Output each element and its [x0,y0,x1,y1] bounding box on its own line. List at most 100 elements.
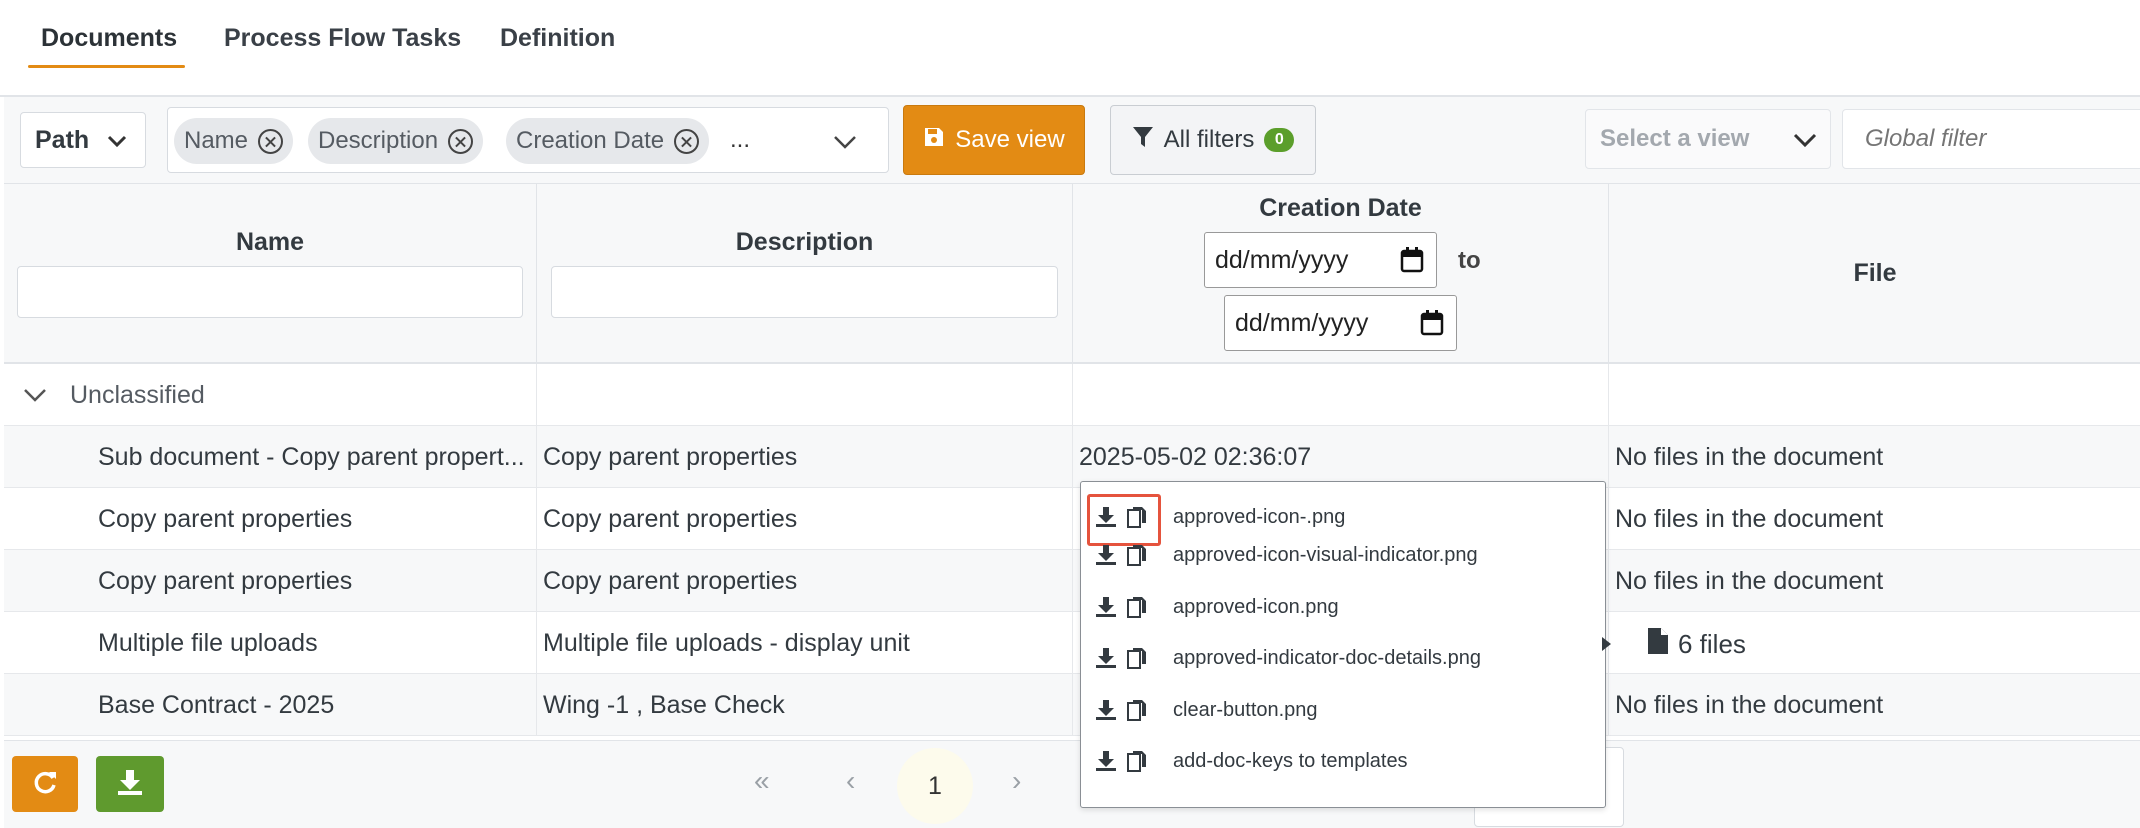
date-from-input[interactable]: dd/mm/yyyy [1204,232,1437,288]
chip-creation-date: Creation Date [506,118,710,164]
cell-file: No files in the document [1615,442,1884,471]
calendar-icon[interactable] [1400,247,1424,280]
active-tab-indicator [28,65,185,68]
column-title: Name [235,228,305,256]
column-chips-select[interactable]: Name Description Creation Date ... [167,107,889,173]
date-range-separator: to [1458,247,1481,274]
column-title: File [1853,259,1897,287]
date-placeholder: dd/mm/yyyy [1215,245,1349,274]
group-cell: Unclassified [4,364,537,426]
download-icon[interactable] [1095,544,1117,571]
table-row[interactable]: Copy parent properties Copy parent prope… [4,550,2140,612]
column-title: Description [735,228,874,256]
caret-right-icon [1602,629,1612,660]
cell-file: No files in the document [1615,690,1884,719]
chips-overflow-indicator: ... [730,126,751,153]
refresh-button[interactable] [12,756,78,812]
file-list-item: approved-indicator-doc-details.png [1081,635,1607,685]
file-name[interactable]: approved-indicator-doc-details.png [1173,647,1481,670]
path-select-label: Path [35,125,90,154]
page-1-button[interactable]: 1 [897,748,973,824]
file-list-popup: approved-icon-.png approved-icon-visual-… [1080,481,1606,808]
file-list-item: approved-icon-visual-indicator.png [1081,532,1607,582]
chip-description: Description [308,118,484,164]
copy-icon[interactable] [1127,699,1147,726]
filters-count-badge: 0 [1264,128,1295,152]
chevron-down-icon [105,129,129,160]
group-cell-empty [1073,364,1609,426]
global-filter-input[interactable] [1842,109,2140,169]
download-icon[interactable] [1095,506,1117,533]
download-icon[interactable] [1095,699,1117,726]
group-row-unclassified[interactable]: Unclassified [4,364,2140,426]
column-header-file: File [1609,184,2140,364]
select-view-dropdown[interactable]: Select a view [1585,109,1831,169]
copy-icon[interactable] [1127,750,1147,777]
prev-page-button[interactable]: ‹ [846,765,855,797]
cell-description: Copy parent properties [537,426,1073,488]
files-toggle[interactable]: 6 files [1602,628,1746,661]
group-cell-empty [1609,364,2140,426]
cell-file: No files in the document [1615,504,1884,533]
first-page-button[interactable]: « [754,765,770,797]
copy-icon[interactable] [1127,506,1147,533]
copy-icon[interactable] [1127,647,1147,674]
tab-documents[interactable]: Documents [41,24,177,53]
description-filter-input[interactable] [551,266,1058,318]
table-row[interactable]: Copy parent properties Copy parent prope… [4,488,2140,550]
chevron-down-icon[interactable] [832,130,858,159]
download-icon[interactable] [1095,596,1117,623]
tab-process-flow-tasks[interactable]: Process Flow Tasks [224,24,461,53]
cell-file: No files in the document [1615,566,1884,595]
chevron-down-icon [1792,128,1818,159]
cell-creation-date: 2025-05-02 02:36:07 [1073,426,1609,488]
save-icon [923,126,945,155]
chip-label: Description [318,127,439,154]
table-header: Name Description Creation Date dd/mm/yyy… [4,184,2140,364]
download-icon[interactable] [1095,750,1117,777]
file-icon [1648,628,1668,661]
file-list-item: add-doc-keys to templates [1081,738,1607,788]
chip-label: Creation Date [516,127,665,154]
remove-chip-icon[interactable] [674,128,700,154]
group-label: Unclassified [70,380,205,409]
name-filter-input[interactable] [17,266,523,318]
table-row[interactable]: Base Contract - 2025 Wing -1 , Base Chec… [4,674,2140,736]
tab-bar: Documents Process Flow Tasks Definition [0,0,2140,97]
file-name[interactable]: add-doc-keys to templates [1173,750,1408,773]
chip-label: Name [184,127,249,154]
file-name[interactable]: approved-icon.png [1173,596,1339,619]
cell-description: Copy parent properties [537,550,1073,612]
remove-chip-icon[interactable] [448,128,474,154]
table-row[interactable]: Sub document - Copy parent propert... Co… [4,426,2140,488]
save-view-label: Save view [955,126,1065,153]
save-view-button[interactable]: Save view [903,105,1085,175]
files-count-label: 6 files [1678,629,1746,659]
chevron-down-icon[interactable] [22,385,48,405]
all-filters-button[interactable]: All filters 0 [1110,105,1316,175]
column-header-description: Description [537,184,1073,364]
group-cell-empty [537,364,1073,426]
select-view-placeholder: Select a view [1600,125,1750,152]
path-select[interactable]: Path [20,112,146,168]
cell-description: Copy parent properties [537,488,1073,550]
next-page-button[interactable]: › [1012,765,1021,797]
export-button[interactable] [96,756,164,812]
copy-icon[interactable] [1127,596,1147,623]
calendar-icon[interactable] [1420,310,1444,343]
download-icon[interactable] [1095,647,1117,674]
cell-name: Base Contract - 2025 [4,674,537,736]
remove-chip-icon[interactable] [258,128,284,154]
cell-name: Copy parent properties [4,550,537,612]
file-name[interactable]: clear-button.png [1173,699,1318,722]
file-name[interactable]: approved-icon-visual-indicator.png [1173,544,1478,567]
column-header-creation-date: Creation Date dd/mm/yyyy to dd/mm/yyyy [1073,184,1609,364]
date-to-input[interactable]: dd/mm/yyyy [1224,295,1457,351]
cell-name: Multiple file uploads [4,612,537,674]
tab-definition[interactable]: Definition [500,24,615,53]
cell-description: Wing -1 , Base Check [537,674,1073,736]
copy-icon[interactable] [1127,544,1147,571]
table-row[interactable]: Multiple file uploads Multiple file uplo… [4,612,2140,674]
file-name[interactable]: approved-icon-.png [1173,506,1345,529]
all-filters-label: All filters [1163,126,1255,153]
